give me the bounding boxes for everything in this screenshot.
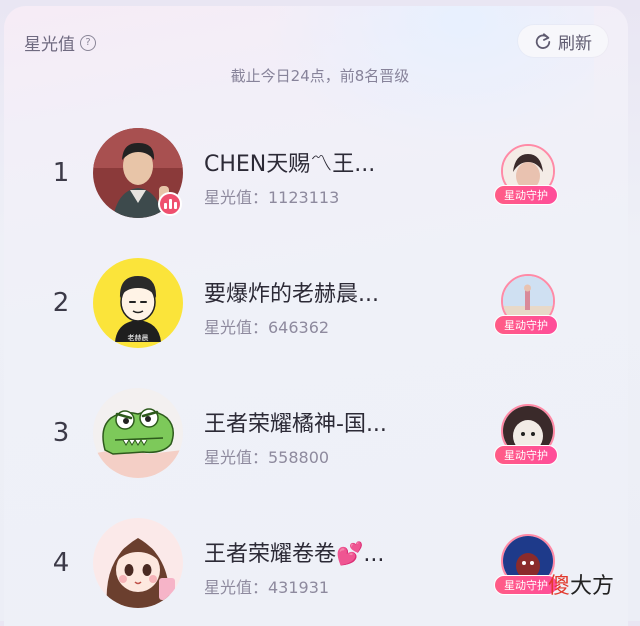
avatar[interactable] [93, 388, 183, 478]
list-item[interactable]: 4 王者荣耀卷卷💕... 星光值：431931 星动守护 [0, 508, 640, 618]
rank-number: 2 [52, 288, 70, 318]
avatar[interactable] [93, 518, 183, 608]
deadline-subtitle: 截止今日24点，前8名晋级 [230, 67, 410, 85]
live-badge-icon [158, 192, 182, 216]
star-value: 星光值：431931 [204, 578, 330, 597]
star-value: 星光值：646362 [204, 318, 330, 337]
watermark-first-char: 傻 [548, 574, 571, 599]
guardian-tag: 星动守护 [494, 185, 558, 205]
list-item[interactable]: 2 老赫晨 要爆炸的老赫晨... 星光值：646362 星动守护 [0, 248, 640, 358]
rank-number: 1 [52, 158, 70, 188]
guardian-tag: 星动守护 [494, 315, 558, 335]
star-value: 星光值：558800 [204, 448, 330, 467]
refresh-button[interactable]: 刷新 [518, 25, 608, 57]
avatar-caption: 老赫晨 [128, 333, 149, 342]
streamer-name: 要爆炸的老赫晨... [204, 282, 379, 307]
refresh-label: 刷新 [558, 33, 592, 54]
watermark-rest: 大方 [570, 574, 615, 599]
watermark-logo: 傻大方 [548, 568, 614, 600]
help-icon[interactable]: ? [80, 34, 96, 51]
streamer-name: 王者荣耀橘神-国... [204, 412, 387, 437]
title-text: 星光值 [24, 35, 75, 55]
leaderboard-title: 星光值 ? [24, 30, 96, 55]
avatar[interactable]: 老赫晨 [93, 258, 183, 348]
list-item[interactable]: 3 王者荣耀橘神-国... 星光值：558800 星动守护 [0, 378, 640, 488]
list-item[interactable]: 1 CHEN天赐〽王... 星光值：1123113 星动守护 [0, 118, 640, 228]
rank-number: 4 [52, 548, 70, 578]
rank-number: 3 [52, 418, 70, 448]
refresh-icon [535, 33, 551, 49]
star-value: 星光值：1123113 [204, 188, 340, 207]
streamer-name: 王者荣耀卷卷💕... [204, 542, 385, 567]
streamer-name: CHEN天赐〽王... [204, 152, 376, 177]
guardian-tag: 星动守护 [494, 445, 558, 465]
